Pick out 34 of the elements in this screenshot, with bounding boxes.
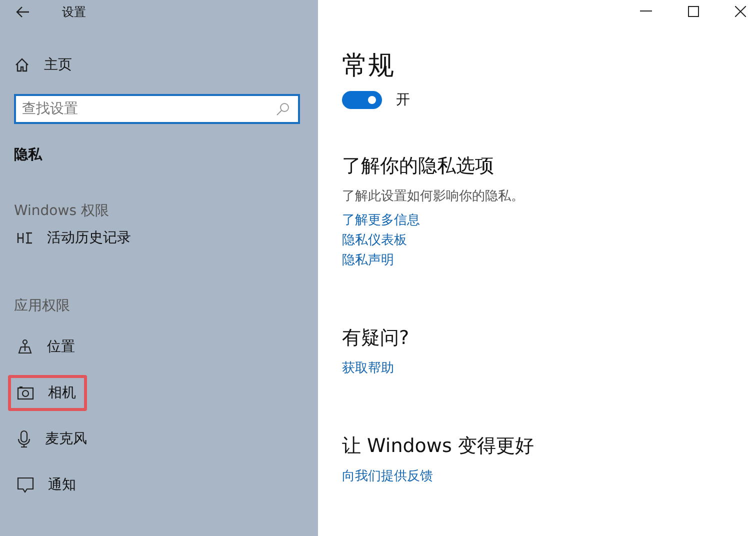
message-icon [17, 476, 34, 494]
minimize-icon[interactable] [640, 10, 652, 12]
help-link[interactable]: 获取帮助 [342, 359, 394, 379]
timeline-icon [17, 231, 33, 245]
toggle-label: 开 [396, 91, 410, 109]
section-heading: 有疑问? [342, 326, 410, 351]
help-link[interactable]: 隐私声明 [342, 251, 394, 271]
toggle-switch[interactable] [342, 91, 382, 109]
back-arrow-icon[interactable] [16, 6, 30, 18]
location-icon [17, 339, 33, 355]
sidebar-item[interactable]: 通知 [8, 467, 87, 503]
window-title: 设置 [62, 4, 86, 20]
home-nav-item[interactable]: 主页 [14, 56, 72, 74]
microphone-icon [17, 430, 31, 448]
page-title: 常规 [342, 50, 395, 83]
sidebar-item[interactable]: 麦克风 [8, 421, 98, 457]
close-icon[interactable] [735, 6, 746, 16]
group-heading: Windows 权限 [14, 202, 110, 220]
section-heading: 让 Windows 变得更好 [342, 434, 534, 459]
section-heading: 了解你的隐私选项 [342, 154, 494, 179]
maximize-icon[interactable] [688, 6, 699, 16]
group-heading: 应用权限 [14, 297, 71, 315]
search-icon [276, 102, 290, 116]
section-description: 了解此设置如何影响你的隐私。 [342, 188, 524, 205]
section-title: 隐私 [14, 146, 44, 164]
help-link[interactable]: 了解更多信息 [342, 211, 420, 231]
sidebar-item[interactable]: 相机 [8, 375, 87, 411]
sidebar-item[interactable]: 位置 [8, 329, 86, 365]
help-link[interactable]: 向我们提供反馈 [342, 467, 433, 487]
sidebar-item[interactable]: 活动历史记录 [8, 220, 142, 256]
camera-icon [17, 386, 34, 400]
search-field[interactable]: 查找设置 [14, 94, 300, 124]
help-link[interactable]: 隐私仪表板 [342, 231, 407, 251]
home-icon [14, 57, 30, 73]
